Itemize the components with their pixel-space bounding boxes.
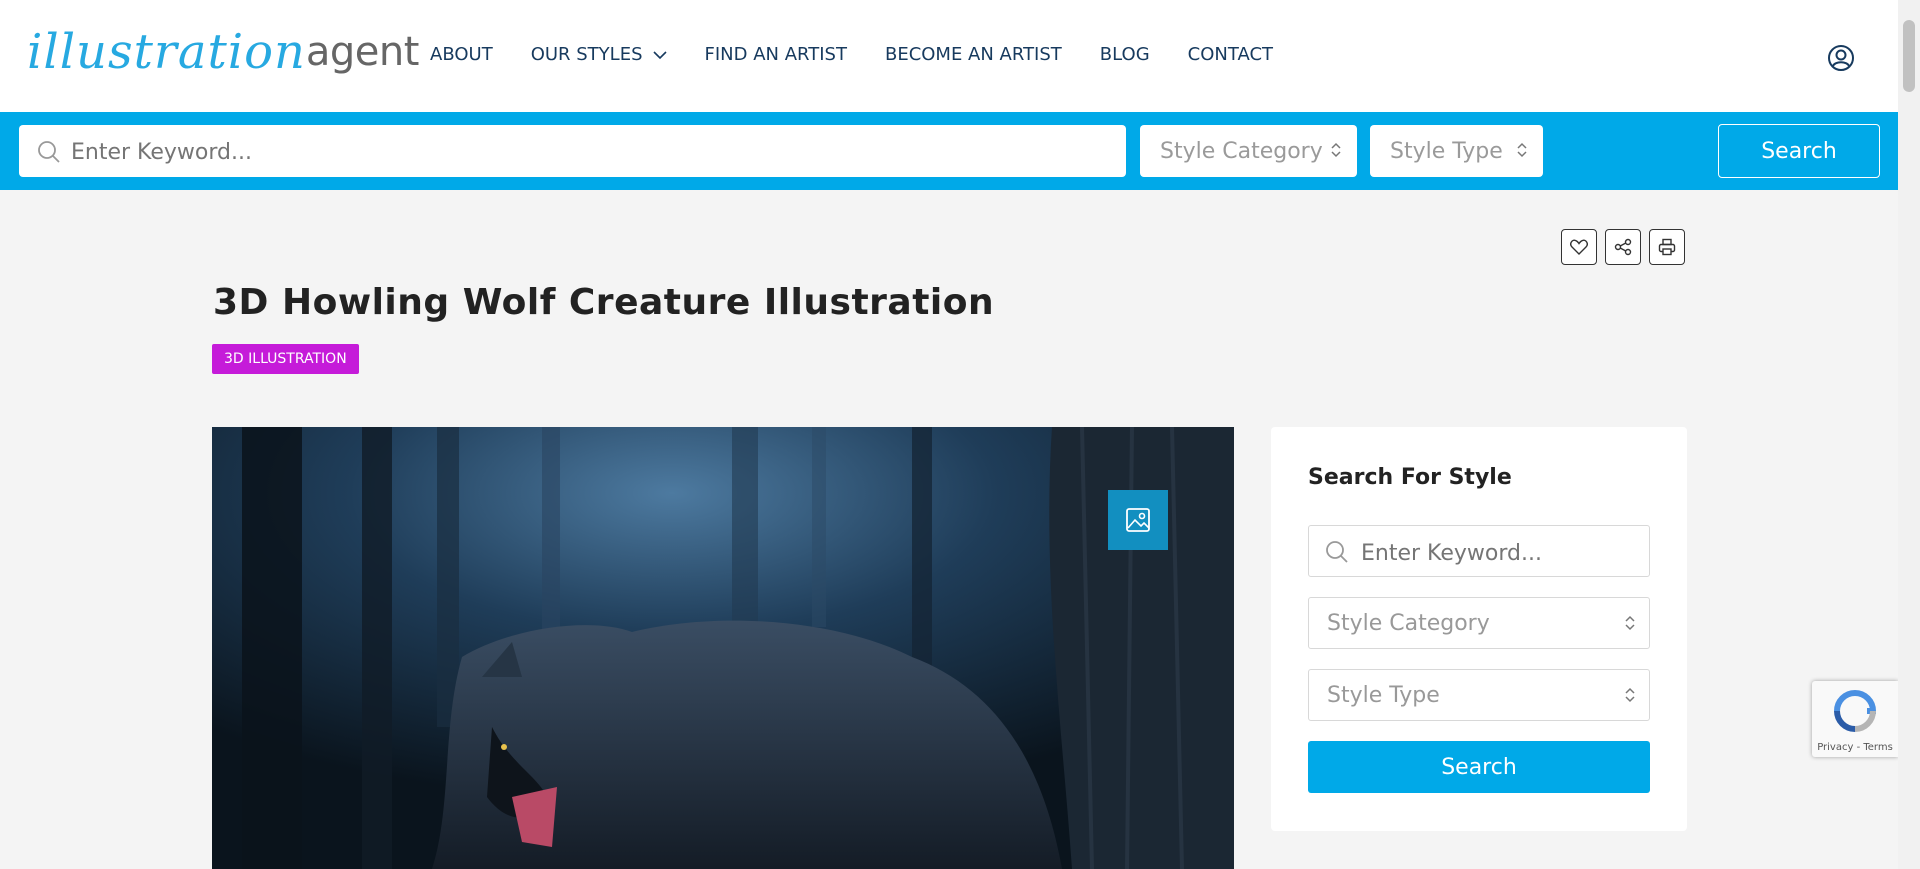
sidebar-search-panel: Search For Style Style Category Style Ty… [1271,427,1687,831]
top-style-category-label: Style Category [1160,138,1323,164]
nav-find-an-artist[interactable]: FIND AN ARTIST [705,44,847,65]
search-icon [1326,541,1348,563]
sidebar-keyword-input[interactable] [1359,537,1643,569]
heart-icon [1570,239,1588,255]
top-search-button[interactable]: Search [1718,124,1880,178]
top-style-category-select[interactable]: Style Category [1140,125,1357,177]
printer-icon [1658,238,1676,256]
up-down-arrows-icon [1625,615,1635,631]
up-down-arrows-icon [1517,142,1527,158]
sidebar-heading: Search For Style [1308,465,1512,490]
chevron-down-icon [652,50,667,59]
share-button[interactable] [1605,229,1641,265]
nav-find-an-artist-label: FIND AN ARTIST [704,44,847,65]
category-badge[interactable]: 3D ILLUSTRATION [212,344,359,374]
site-logo[interactable]: illustration agent [27,22,419,82]
print-button[interactable] [1649,229,1685,265]
nav-contact-label: CONTACT [1187,44,1274,65]
up-down-arrows-icon [1625,687,1635,703]
nav-blog-label: BLOG [1099,44,1150,65]
sidebar-style-category-label: Style Category [1327,610,1490,636]
share-icon [1614,238,1632,256]
top-keyword-field[interactable] [19,125,1126,177]
top-keyword-input[interactable] [69,137,1113,167]
sidebar-search-button[interactable]: Search [1308,741,1650,793]
favorite-button[interactable] [1561,229,1597,265]
nav-about-label: ABOUT [430,44,493,65]
nav-about[interactable]: ABOUT [430,44,493,65]
illustration-image [212,427,1234,869]
recaptcha-icon [1834,690,1877,732]
sidebar-style-category-select[interactable]: Style Category [1308,597,1650,649]
nav-become-an-artist-label: BECOME AN ARTIST [884,44,1062,65]
sidebar-keyword-field[interactable] [1308,525,1650,577]
image-icon [1126,508,1150,532]
nav-contact[interactable]: CONTACT [1188,44,1273,65]
scrollbar-thumb[interactable] [1903,20,1915,92]
top-search-bar: Style Category Style Type Search [0,112,1898,190]
sidebar-style-type-select[interactable]: Style Type [1308,669,1650,721]
nav-become-an-artist[interactable]: BECOME AN ARTIST [885,44,1062,65]
site-header: illustration agent ABOUT OUR STYLES FIND … [0,0,1898,112]
nav-blog[interactable]: BLOG [1100,44,1150,65]
nav-our-styles-label: OUR STYLES [530,44,643,65]
recaptcha-text[interactable]: Privacy - Terms [1812,742,1898,753]
main-nav: ABOUT OUR STYLES FIND AN ARTIST BECOME A… [430,44,1311,65]
nav-our-styles[interactable]: OUR STYLES [531,44,667,65]
top-style-type-select[interactable]: Style Type [1370,125,1543,177]
page-scrollbar[interactable] [1898,0,1920,869]
user-account-icon[interactable] [1827,44,1855,72]
image-gallery-button[interactable] [1108,490,1168,550]
page-title: 3D Howling Wolf Creature Illustration [213,282,995,323]
recaptcha-badge[interactable]: Privacy - Terms [1812,681,1898,757]
sidebar-style-type-label: Style Type [1327,682,1440,708]
logo-part-illustration: illustration [27,24,306,80]
logo-part-agent: agent [305,29,420,75]
up-down-arrows-icon [1331,142,1341,158]
page: illustration agent ABOUT OUR STYLES FIND … [0,0,1898,869]
search-icon [38,141,60,163]
wolf-illustration-graphic [212,427,1234,869]
top-style-type-label: Style Type [1390,138,1503,164]
